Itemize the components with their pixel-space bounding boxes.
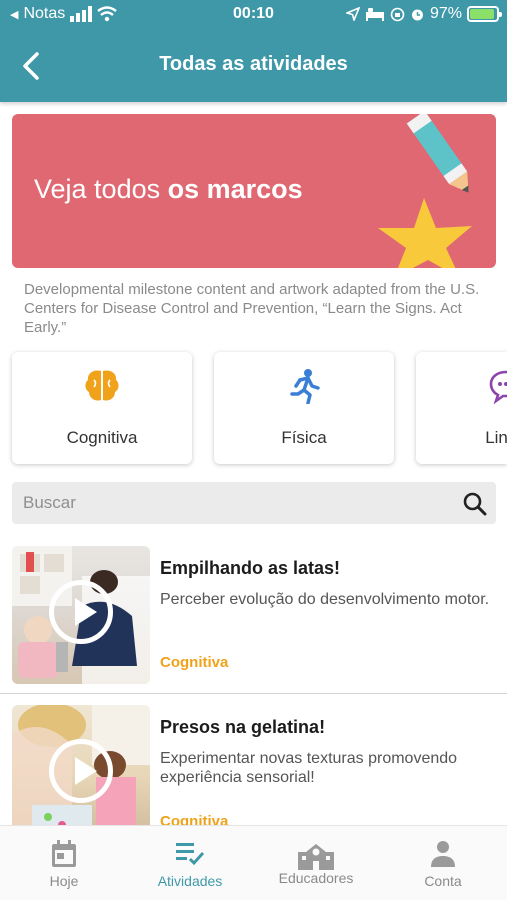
tab-conta[interactable]: Conta <box>380 826 506 900</box>
attribution-text: Developmental milestone content and artw… <box>24 281 480 336</box>
category-card-fisica[interactable]: Física <box>214 352 394 464</box>
orientation-lock-icon <box>390 7 405 21</box>
pencil-illustration <box>406 114 469 193</box>
category-label: Lingu <box>485 428 507 447</box>
category-card-linguagem[interactable]: Lingu <box>416 352 507 464</box>
alarm-icon <box>411 9 423 20</box>
tab-label: Conta <box>424 873 462 889</box>
checklist-icon <box>176 843 205 866</box>
banner-text-bold: os marcos <box>167 174 303 204</box>
tab-label: Educadores <box>278 870 354 886</box>
school-building-icon <box>298 844 334 870</box>
category-label: Cognitiva <box>66 428 138 447</box>
banner-heading: Veja todos os marcos <box>34 174 303 205</box>
tab-label: Atividades <box>157 873 223 889</box>
status-bar: ◀ Notas 00:10 97% <box>0 0 507 30</box>
activity-title: Presos na gelatina! <box>160 717 326 737</box>
activity-title: Empilhando as latas! <box>160 558 341 578</box>
search-icon[interactable] <box>462 491 488 517</box>
play-icon[interactable] <box>49 580 113 644</box>
banner-text-light: Veja todos <box>34 174 168 204</box>
activity-category: Cognitiva <box>160 654 229 671</box>
running-person-icon <box>290 369 320 404</box>
play-icon[interactable] <box>49 739 113 803</box>
page-title: Todas as atividades <box>159 53 348 75</box>
tab-educadores[interactable]: Educadores <box>253 826 379 900</box>
activity-thumbnail <box>12 546 150 684</box>
milestones-banner[interactable]: Veja todos os marcos <box>12 114 496 268</box>
tab-atividades[interactable]: Atividades <box>127 826 253 900</box>
brain-icon <box>85 370 119 401</box>
calendar-icon <box>52 840 76 867</box>
list-divider <box>0 693 507 694</box>
status-right: 97% <box>345 5 502 23</box>
bed-icon <box>365 8 384 21</box>
tab-hoje[interactable]: Hoje <box>1 826 127 900</box>
activity-thumbnail <box>12 705 150 843</box>
bottom-tab-bar: Hoje Atividades Educadores Conta <box>0 825 507 900</box>
activity-description: Experimentar novas texturas promovendo e… <box>160 750 458 786</box>
star-illustration <box>378 198 472 268</box>
battery-icon <box>467 6 502 22</box>
activity-description: Perceber evolução do desenvolvimento mot… <box>160 591 490 608</box>
category-card-cognitiva[interactable]: Cognitiva <box>12 352 192 464</box>
search-input[interactable] <box>12 482 452 524</box>
search-bar <box>12 482 496 524</box>
speech-bubble-icon <box>489 370 507 404</box>
person-icon <box>431 841 455 867</box>
category-label: Física <box>281 428 327 447</box>
tab-label: Hoje <box>49 873 79 889</box>
location-arrow-icon <box>345 7 360 21</box>
battery-percent: 97% <box>429 5 462 22</box>
app-header: ◀ Notas 00:10 97% Todas as atividades <box>0 0 507 102</box>
